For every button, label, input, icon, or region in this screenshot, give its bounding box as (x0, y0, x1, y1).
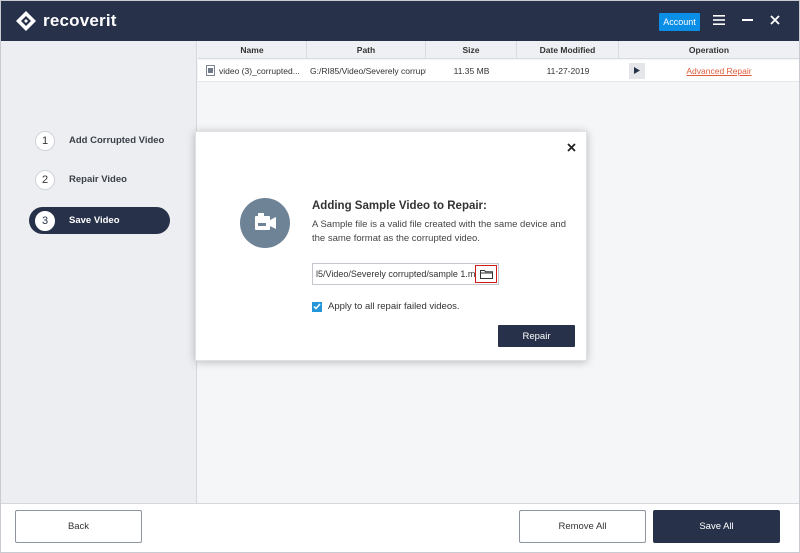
hamburger-icon[interactable] (711, 12, 727, 28)
save-all-button[interactable]: Save All (653, 510, 780, 543)
column-header-size[interactable]: Size (426, 41, 517, 59)
file-date-modified: 11-27-2019 (546, 65, 590, 76)
file-name: video (3)_corrupted... (219, 66, 300, 76)
column-header-date-modified[interactable]: Date Modified (517, 41, 619, 59)
account-button[interactable]: Account (659, 13, 700, 31)
advanced-repair-slot: Advanced Repair (651, 62, 787, 79)
browse-folder-button[interactable] (475, 265, 497, 283)
row-operation-cell: Advanced Repair (619, 62, 799, 79)
app-window: recoverit Account 1 Add Corrupted Video … (0, 0, 800, 553)
step-save-video: 3 Save Video (29, 207, 170, 234)
repair-button[interactable]: Repair (498, 325, 575, 347)
apply-all-label[interactable]: Apply to all repair failed videos. (328, 301, 460, 312)
dialog-close-icon[interactable] (564, 140, 578, 154)
table-row[interactable]: video (3)_corrupted... G:/RI85/Video/Sev… (198, 60, 799, 82)
row-name-cell: video (3)_corrupted... (198, 65, 307, 76)
step-number: 2 (35, 169, 55, 190)
back-button[interactable]: Back (15, 510, 142, 543)
remove-all-button[interactable]: Remove All (519, 510, 646, 543)
dialog-title: Adding Sample Video to Repair: (312, 200, 487, 212)
step-number: 3 (35, 210, 55, 231)
sample-video-dialog: Adding Sample Video to Repair: A Sample … (195, 131, 587, 361)
play-icon (634, 67, 640, 74)
step-label: Repair Video (69, 174, 127, 185)
column-header-path[interactable]: Path (307, 41, 426, 59)
steps-sidebar: 1 Add Corrupted Video 2 Repair Video 3 S… (1, 41, 197, 503)
apply-all-checkbox[interactable] (312, 301, 322, 312)
app-logo: recoverit (15, 10, 117, 32)
apply-all-option: Apply to all repair failed videos. (312, 301, 460, 312)
table-header: Name Path Size Date Modified Operation (198, 41, 799, 59)
recoverit-logo-icon (15, 10, 37, 32)
checkmark-icon (313, 303, 321, 310)
step-number: 1 (35, 130, 55, 151)
footer-bar: Back Remove All Save All (1, 503, 799, 552)
folder-icon (479, 270, 493, 279)
file-path: G:/RI85/Video/Severely corrupted/ (310, 65, 426, 76)
app-name: recoverit (43, 11, 117, 30)
advanced-repair-link[interactable]: Advanced Repair (686, 66, 751, 76)
play-button[interactable] (629, 62, 645, 79)
column-header-name[interactable]: Name (198, 41, 307, 59)
dialog-description: A Sample file is a valid file created wi… (312, 219, 566, 244)
step-label: Add Corrupted Video (69, 135, 165, 146)
title-bar: recoverit Account (1, 1, 799, 41)
column-header-operation: Operation (688, 45, 730, 55)
step-repair-video: 2 Repair Video (29, 166, 170, 193)
video-camera-icon (240, 198, 290, 248)
sample-path-input[interactable] (312, 263, 499, 285)
step-label: Save Video (69, 215, 120, 226)
file-size: 11.35 MB (453, 65, 490, 76)
close-icon[interactable] (767, 12, 783, 28)
step-add-corrupted-video: 1 Add Corrupted Video (29, 127, 170, 154)
video-file-icon (206, 65, 215, 76)
minimize-icon[interactable] (739, 12, 755, 28)
